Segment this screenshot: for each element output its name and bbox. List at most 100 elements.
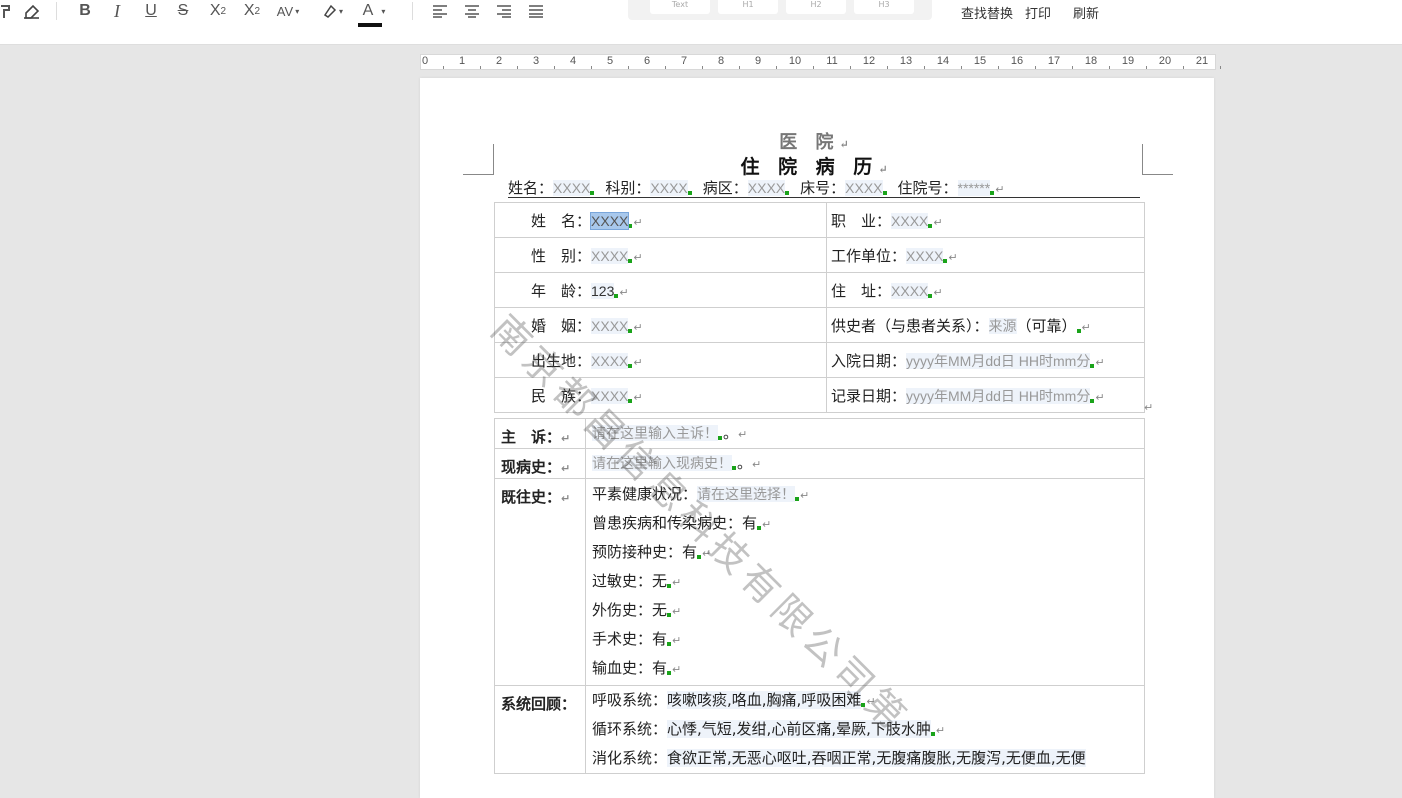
past-history-cell[interactable]: 平素健康状况：请在这里选择！ ↵ 曾患疾病和传染病史：有 ↵ 预防接种史：有 ↵ 过敏史：…: [585, 478, 1145, 686]
justify-icon[interactable]: [526, 0, 546, 22]
ruler-tick: [739, 66, 740, 69]
chief-complaint-cell[interactable]: 请在这里输入主诉！ 。↵: [585, 418, 1145, 449]
field-value-input[interactable]: yyyy年MM月dd日 HH时mm分: [906, 352, 1091, 369]
style-card-h1[interactable]: H1: [718, 0, 778, 14]
paragraph-mark: ↵: [672, 634, 682, 647]
basic-left-cell[interactable]: 出生地：XXXX ↵: [494, 342, 827, 378]
font-color-icon[interactable]: A ▾: [356, 0, 392, 22]
field-value-input[interactable]: XXXX: [591, 387, 629, 404]
field-end-marker: [785, 191, 790, 195]
history-table: 主 诉：↵ 请在这里输入主诉！ 。↵ 现病史：↵ 请在这里输入现病史！ 。↵ 既往史…: [494, 418, 1145, 774]
item-value[interactable]: 食欲正常,无恶心呕吐,吞咽正常,无腹痛腹胀,无腹泻,无便血,无便: [667, 749, 1086, 767]
basic-right-cell[interactable]: 职 业：XXXX ↵: [826, 202, 1145, 238]
basic-left-cell[interactable]: 民 族：XXXX ↵: [494, 377, 827, 413]
eraser-icon[interactable]: [22, 0, 42, 22]
ruler-tick: [443, 66, 444, 69]
item-value[interactable]: 无: [652, 572, 667, 590]
field-value-input[interactable]: yyyy年MM月dd日 HH时mm分: [906, 387, 1091, 404]
paragraph-mark: ↵: [672, 663, 682, 676]
ruler-number: 1: [458, 55, 466, 67]
basic-right-cell[interactable]: 入院日期：yyyy年MM月dd日 HH时mm分 ↵: [826, 342, 1145, 378]
character-spacing-icon[interactable]: AV ▾: [272, 0, 304, 22]
field-end-marker: [590, 191, 595, 195]
item-label: 输血史：: [592, 659, 653, 677]
basic-right-cell[interactable]: 住 址：XXXX ↵: [826, 272, 1145, 308]
ruler-number: 3: [532, 55, 540, 67]
italic-icon[interactable]: I: [106, 0, 128, 22]
item-label: 循环系统：: [592, 720, 668, 738]
field-label: 年 龄：: [531, 281, 592, 300]
ruler-tick: [961, 66, 962, 69]
present-illness-input[interactable]: 请在这里输入现病史！: [592, 455, 732, 471]
field-value-input[interactable]: 123: [591, 282, 615, 299]
item-label: 曾患疾病和传染病史：: [592, 514, 743, 532]
paragraph-mark: ↵: [948, 250, 958, 264]
table-row: 既往史：↵ 平素健康状况：请在这里选择！ ↵ 曾患疾病和传染病史：有 ↵ 预防接种史：…: [494, 478, 1145, 686]
align-left-icon[interactable]: [430, 0, 450, 22]
field-value-input[interactable]: XXXX: [591, 352, 629, 369]
bold-icon[interactable]: B: [74, 0, 96, 22]
field-value-input[interactable]: XXXX: [590, 211, 630, 230]
paragraph-mark: ↵: [839, 138, 855, 151]
item-value[interactable]: 咳嗽咳痰,咯血,胸痛,呼吸困难: [667, 691, 862, 709]
basic-right-cell[interactable]: 供史者（与患者关系）：来源（可靠） ↵: [826, 307, 1145, 343]
item-value[interactable]: 有: [742, 514, 757, 532]
info-value[interactable]: XXXX: [747, 180, 786, 196]
field-value-input[interactable]: XXXX: [891, 212, 929, 229]
ruler-number: 5: [606, 55, 614, 67]
ruler-tick: [924, 66, 925, 69]
align-center-icon[interactable]: [462, 0, 482, 22]
style-card-text[interactable]: Text: [650, 0, 710, 14]
field-value-input[interactable]: XXXX: [906, 247, 944, 264]
item-value[interactable]: 无: [652, 601, 667, 619]
table-row: 婚 姻：XXXX ↵ 供史者（与患者关系）：来源（可靠） ↵: [494, 307, 1145, 343]
info-value[interactable]: ******: [957, 180, 991, 196]
paragraph-mark: ↵: [1095, 355, 1105, 369]
basic-left-cell[interactable]: 年 龄：123 ↵: [494, 272, 827, 308]
align-right-icon[interactable]: [494, 0, 514, 22]
item-value[interactable]: 心悸,气短,发绀,心前区痛,晕厥,下肢水肿: [667, 720, 931, 738]
system-review-cell[interactable]: 呼吸系统：咳嗽咳痰,咯血,胸痛,呼吸困难 ↵ 循环系统：心悸,气短,发绀,心前区痛,…: [585, 685, 1145, 774]
underline-icon[interactable]: U: [140, 0, 162, 22]
basic-left-cell[interactable]: 姓 名：XXXX ↵: [494, 202, 827, 238]
item-value[interactable]: 有: [682, 543, 697, 561]
document-page[interactable]: 医 院↵ 住 院 病 历↵ 姓名：XXXX 科别：XXXX 病区：XXXX 床号：XX…: [420, 78, 1214, 798]
basic-right-cell[interactable]: 记录日期：yyyy年MM月dd日 HH时mm分 ↵: [826, 377, 1145, 413]
present-illness-cell[interactable]: 请在这里输入现病史！ 。↵: [585, 448, 1145, 479]
basic-right-cell[interactable]: 工作单位：XXXX ↵: [826, 237, 1145, 273]
refresh-button[interactable]: 刷新: [1073, 3, 1099, 22]
subscript-icon[interactable]: X2: [206, 0, 230, 22]
horizontal-ruler[interactable]: 0 1 2 3 4 5 6 7 8 9 10 11 12 13 14 15 16 17 18 19 20 21: [420, 54, 1221, 70]
chief-complaint-input[interactable]: 请在这里输入主诉！: [592, 425, 718, 441]
info-value[interactable]: XXXX: [650, 180, 688, 196]
field-label: 住 址：: [831, 281, 892, 300]
ruler-tick: [628, 66, 629, 69]
field-value-input[interactable]: 来源: [988, 317, 1017, 334]
print-button[interactable]: 打印: [1025, 3, 1051, 22]
info-value[interactable]: XXXX: [553, 180, 591, 196]
style-card-h2[interactable]: H2: [786, 0, 846, 14]
item-value[interactable]: 有: [652, 630, 667, 648]
field-end-marker: [732, 466, 736, 470]
field-end-marker: [628, 223, 633, 228]
style-card-h3[interactable]: H3: [854, 0, 914, 14]
ruler-number: 0: [421, 55, 429, 67]
ruler-tick: [480, 66, 481, 69]
field-end-marker: [697, 555, 702, 559]
paragraph-mark: ↵: [633, 215, 643, 229]
info-value[interactable]: XXXX: [845, 180, 883, 196]
field-value-input[interactable]: XXXX: [591, 247, 629, 264]
ruler-number: 4: [569, 55, 577, 67]
health-status-select[interactable]: 请在这里选择！: [697, 486, 796, 502]
format-painter-icon[interactable]: [0, 0, 12, 22]
basic-left-cell[interactable]: 性 别：XXXX ↵: [494, 237, 827, 273]
field-value-input[interactable]: XXXX: [891, 282, 929, 299]
basic-left-cell[interactable]: 婚 姻：XXXX ↵: [494, 307, 827, 343]
field-value-input[interactable]: XXXX: [591, 317, 629, 334]
superscript-icon[interactable]: X2: [240, 0, 264, 22]
strikethrough-icon[interactable]: S: [172, 0, 194, 22]
paragraph-mark: ↵: [935, 724, 946, 737]
highlight-color-icon[interactable]: ▾: [316, 0, 348, 22]
item-value[interactable]: 有: [652, 659, 667, 677]
find-replace-button[interactable]: 查找替换: [961, 3, 1013, 22]
